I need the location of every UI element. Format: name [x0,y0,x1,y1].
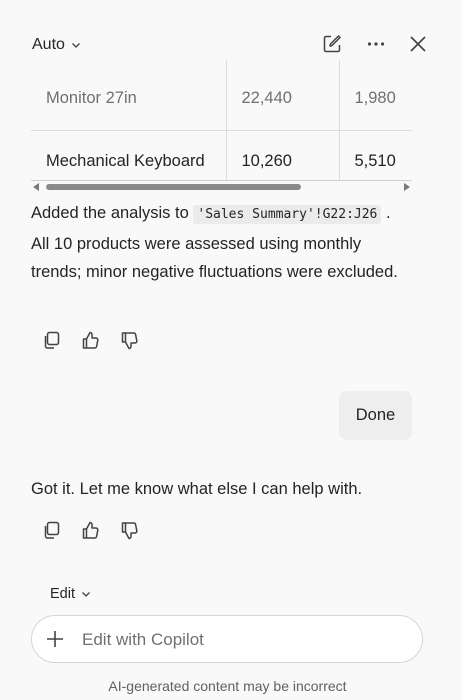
table-cell: Mechanical Keyboard [46,151,205,170]
message-text: Got it. Let me know what else I can help… [31,480,363,498]
thumbs-up-icon[interactable] [80,520,101,541]
thumbs-down-icon[interactable] [119,520,140,541]
thumbs-up-icon[interactable] [80,330,101,351]
copy-icon[interactable] [41,520,62,541]
user-message-bubble: Done [339,391,412,440]
table-cell: Monitor 27in [31,60,226,131]
horizontal-scrollbar[interactable] [31,180,412,194]
scrollbar-thumb[interactable] [46,184,301,190]
copy-icon[interactable] [41,330,62,351]
composer-mode-label: Edit [50,586,75,602]
composer-input[interactable] [80,627,404,653]
chevron-down-icon [82,592,90,597]
table-cell: 10,260 [225,130,339,180]
message-text: Added the analysis to [31,204,189,222]
composer-mode-selector[interactable]: Edit [50,586,91,602]
disclaimer: AI-generated content may be incorrect [108,678,347,694]
message-actions [41,330,140,351]
close-icon[interactable] [407,33,429,55]
new-chat-icon[interactable] [321,33,343,55]
mode-selector[interactable]: Auto [32,36,81,54]
composer [31,615,423,663]
table-cell: 22,440 [225,60,339,131]
more-icon[interactable] [365,33,387,55]
user-message-text: Done [355,406,396,424]
scroll-right-arrow-icon[interactable] [404,183,410,191]
message-actions [41,520,140,541]
table-row: Mechanical Keyboard 10,260 5,510 [31,130,412,180]
data-table: Monitor 27in 22,440 1,980 Mechanical Key… [31,60,412,180]
add-icon[interactable] [45,629,65,649]
chevron-down-icon [71,43,80,48]
scroll-left-arrow-icon[interactable] [33,183,39,191]
table-cell: 1,980 [338,60,412,131]
thumbs-down-icon[interactable] [119,330,140,351]
table-cell: 5,510 [338,130,412,180]
mode-label: Auto [32,36,65,53]
scrollbar-track [31,180,412,181]
assistant-message: Got it. Let me know what else I can help… [31,475,401,504]
table-row: Monitor 27in 22,440 1,980 [31,60,412,131]
cell-reference: 'Sales Summary'!G22:J26 [193,205,382,224]
assistant-message: Added the analysis to 'Sales Summary'!G2… [31,199,401,287]
